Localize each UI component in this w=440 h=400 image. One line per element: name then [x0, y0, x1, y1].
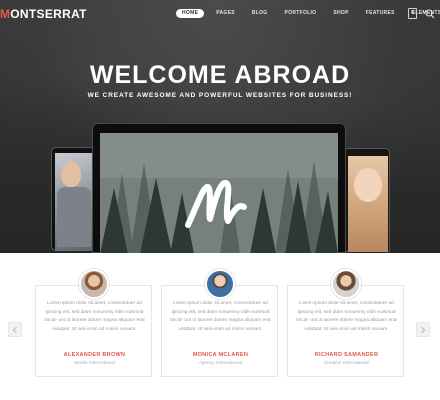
- avatar: [79, 269, 109, 299]
- testimonial-role: Studio International: [73, 361, 116, 366]
- testimonial-name: ALEXANDER BROWN: [63, 352, 126, 358]
- m-logo-icon: [185, 180, 247, 228]
- monitor-screen: [100, 133, 338, 253]
- hero-subtitle: WE CREATE AWESOME AND POWERFUL WEBSITES …: [87, 92, 353, 99]
- testimonial-text: Lorem ipsum dolor sit amet, consectetuer…: [296, 301, 397, 332]
- phone-screen: [55, 153, 92, 251]
- logo-text: ONTSERRAT: [10, 7, 87, 21]
- menu-item-portfolio[interactable]: Portfolio: [285, 9, 317, 18]
- search-icon[interactable]: [425, 9, 435, 19]
- testimonial-name: RICHARD SAMANDER: [314, 352, 379, 358]
- logo-mark: M: [0, 7, 11, 21]
- hero-title: WELCOME ABROAD: [89, 61, 351, 89]
- cart-count: 0: [411, 10, 414, 16]
- menu-item-pages[interactable]: Pages: [216, 9, 235, 18]
- testimonial-role: Agency International: [198, 361, 243, 366]
- chevron-right-icon: [421, 326, 426, 333]
- monitor-device-image: [92, 123, 346, 253]
- testimonial-role: Creative International: [323, 361, 370, 366]
- menu-item-blog[interactable]: Blog: [252, 9, 268, 18]
- site-logo[interactable]: MONTSERRAT: [0, 7, 87, 21]
- testimonials-section: Lorem ipsum dolor sit amet, consectetuer…: [0, 253, 440, 400]
- avatar: [205, 269, 235, 299]
- testimonial-name: MONICA MCLAREN: [192, 352, 249, 358]
- avatar: [331, 269, 361, 299]
- carousel-next-button[interactable]: [416, 322, 430, 337]
- shopping-bag-icon[interactable]: 0: [408, 8, 417, 19]
- menu-item-features[interactable]: Features: [366, 9, 395, 18]
- hero-section: MONTSERRAT Home Pages Blog Portfolio Sho…: [0, 0, 440, 253]
- testimonial-text: Lorem ipsum dolor sit amet, consectetuer…: [44, 301, 145, 332]
- menu-item-shop[interactable]: Shop: [333, 9, 348, 18]
- top-navigation: MONTSERRAT Home Pages Blog Portfolio Sho…: [0, 0, 440, 28]
- carousel-prev-button[interactable]: [8, 322, 22, 337]
- chevron-left-icon: [12, 326, 17, 333]
- menu-item-home[interactable]: Home: [176, 9, 205, 18]
- tablet-device-image: [343, 148, 390, 252]
- main-menu: Home Pages Blog Portfolio Shop Features …: [176, 9, 440, 18]
- testimonial-text: Lorem ipsum dolor sit amet, consectetuer…: [170, 301, 271, 332]
- phone-device-image: [51, 147, 95, 251]
- tablet-screen: [348, 156, 388, 252]
